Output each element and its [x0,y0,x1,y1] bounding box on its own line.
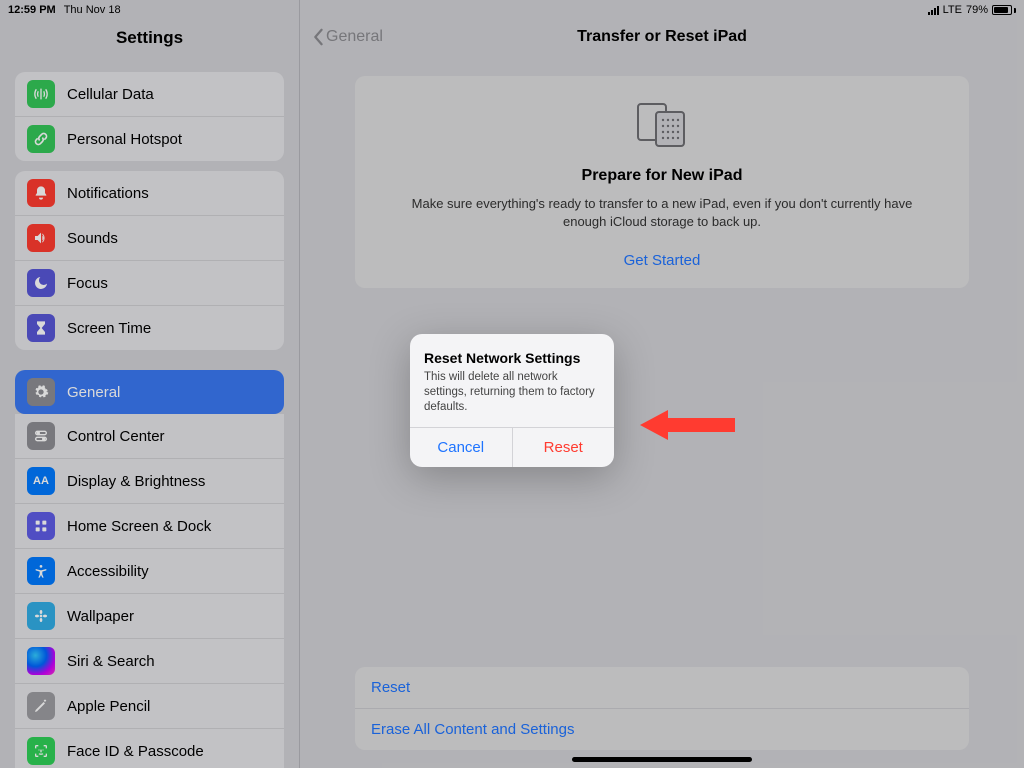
cancel-button[interactable]: Cancel [410,428,513,467]
status-time: 12:59 PM [8,4,56,16]
status-bar: 12:59 PM Thu Nov 18 LTE 79% [0,0,1024,20]
battery-pct: 79% [966,4,988,16]
battery-icon [992,5,1016,15]
status-date: Thu Nov 18 [64,4,121,16]
alert-message: This will delete all network settings, r… [424,370,600,415]
reset-button[interactable]: Reset [513,428,615,467]
reset-network-alert: Reset Network Settings This will delete … [410,334,614,467]
cell-signal-icon [928,6,939,15]
carrier-label: LTE [943,4,962,16]
annotation-arrow-icon [640,407,735,448]
alert-title: Reset Network Settings [424,350,600,366]
